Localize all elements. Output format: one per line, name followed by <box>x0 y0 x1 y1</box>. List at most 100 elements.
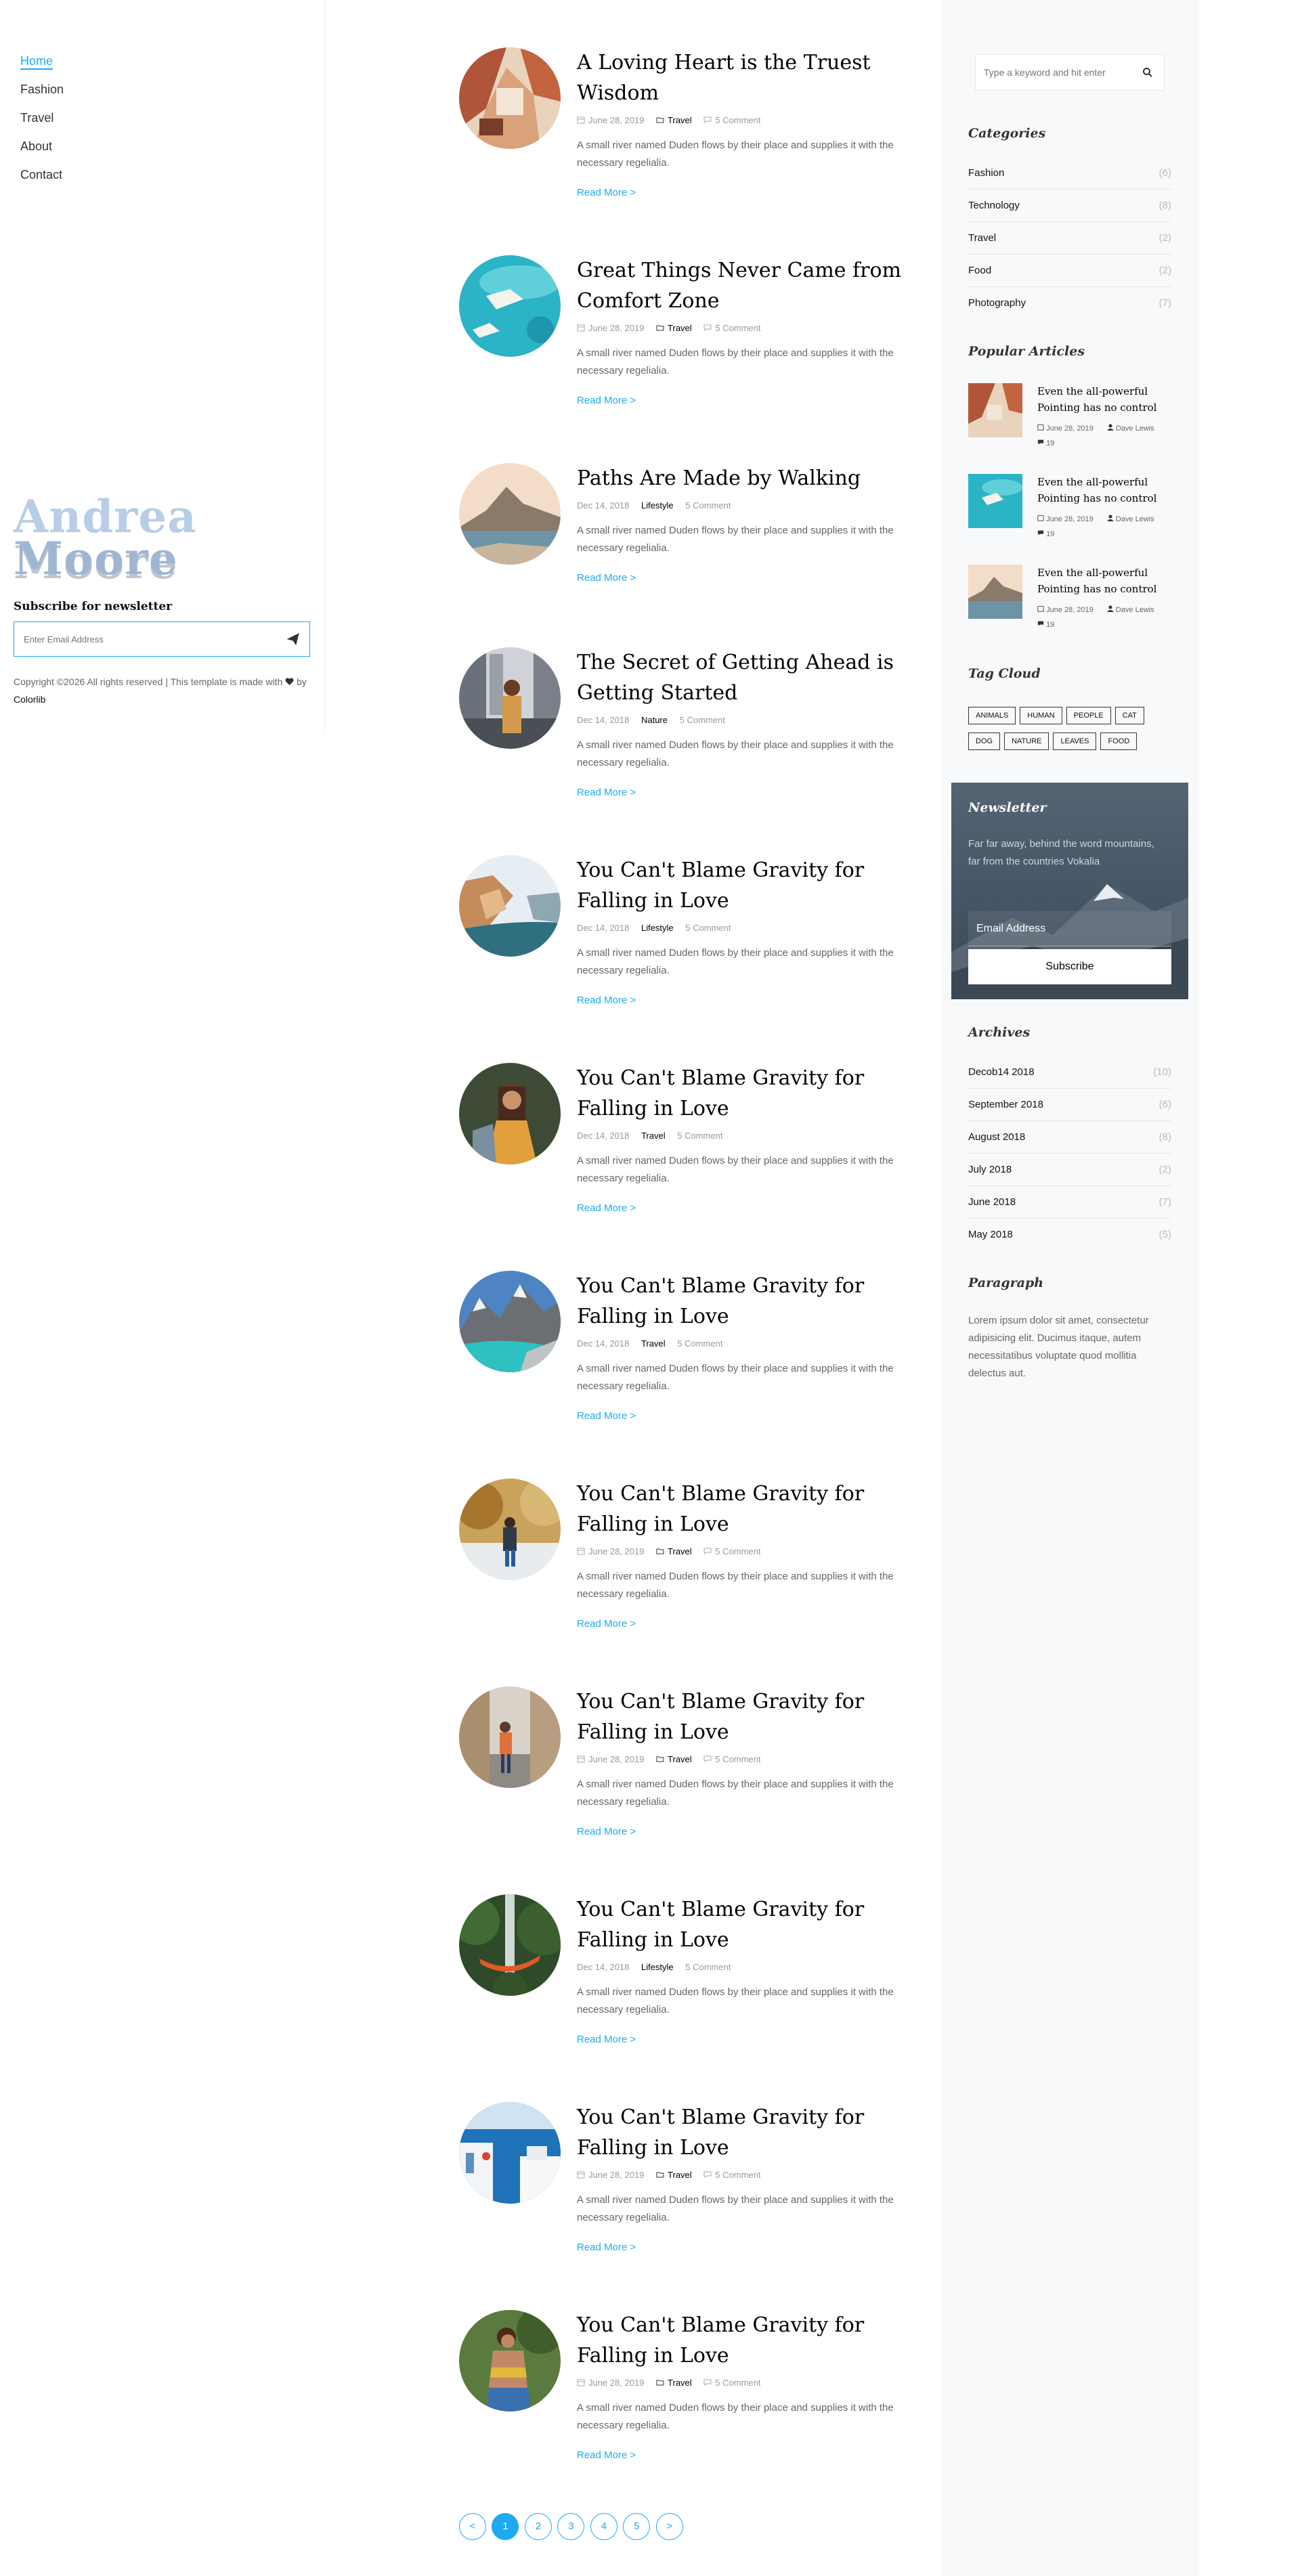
search-icon[interactable] <box>1142 67 1153 78</box>
post-category[interactable]: Travel <box>668 1754 692 1764</box>
read-more-link[interactable]: Read More > <box>577 995 636 1006</box>
brand-logo[interactable]: Andrea Moore <box>14 494 197 581</box>
post-title[interactable]: Paths Are Made by Walking <box>577 463 915 494</box>
archive-item[interactable]: June 2018 (7) <box>968 1186 1171 1219</box>
category-item[interactable]: Fashion (6) <box>968 157 1171 190</box>
post-thumbnail[interactable] <box>459 647 561 749</box>
tag[interactable]: LEAVES <box>1053 733 1097 750</box>
popular-article[interactable]: Even the all-powerful Pointing has no co… <box>968 565 1171 629</box>
post-title[interactable]: You Can't Blame Gravity for Falling in L… <box>577 855 915 916</box>
post-comments[interactable]: 5 Comment <box>685 1962 731 1972</box>
post-thumbnail[interactable] <box>459 2310 561 2411</box>
post-title[interactable]: Great Things Never Came from Comfort Zon… <box>577 255 915 316</box>
popular-article[interactable]: Even the all-powerful Pointing has no co… <box>968 474 1171 538</box>
archive-item[interactable]: August 2018 (8) <box>968 1121 1171 1154</box>
nav-item-contact[interactable]: Contact <box>20 165 64 194</box>
archive-item[interactable]: May 2018 (5) <box>968 1219 1171 1251</box>
read-more-link[interactable]: Read More > <box>577 1826 636 1837</box>
pagination-page-2[interactable]: 2 <box>524 2513 552 2540</box>
read-more-link[interactable]: Read More > <box>577 1202 636 1214</box>
colorlib-link[interactable]: Colorlib <box>14 694 45 705</box>
pagination-page-5[interactable]: 5 <box>623 2513 651 2540</box>
post-comments[interactable]: 5 Comment <box>677 1338 722 1349</box>
category-item[interactable]: Photography (7) <box>968 287 1171 320</box>
post-category[interactable]: Travel <box>641 1131 666 1141</box>
popular-article[interactable]: Even the all-powerful Pointing has no co… <box>968 383 1171 447</box>
post-comments[interactable]: 5 Comment <box>715 2378 760 2388</box>
category-item[interactable]: Technology (8) <box>968 190 1171 222</box>
post-title[interactable]: A Loving Heart is the Truest Wisdom <box>577 47 915 108</box>
post-comments[interactable]: 5 Comment <box>677 1131 722 1141</box>
read-more-link[interactable]: Read More > <box>577 2449 636 2461</box>
post-thumbnail[interactable] <box>459 1894 561 1996</box>
post-comments[interactable]: 5 Comment <box>685 500 731 510</box>
read-more-link[interactable]: Read More > <box>577 2242 636 2253</box>
post-comments[interactable]: 5 Comment <box>715 2170 760 2180</box>
tag[interactable]: ANIMALS <box>968 707 1016 724</box>
read-more-link[interactable]: Read More > <box>577 1618 636 1630</box>
archive-item[interactable]: Decob14 2018 (10) <box>968 1056 1171 1089</box>
post-title[interactable]: You Can't Blame Gravity for Falling in L… <box>577 1271 915 1332</box>
pagination-next[interactable]: > <box>655 2513 683 2540</box>
search-input[interactable] <box>976 55 1131 90</box>
post-category[interactable]: Travel <box>668 2378 692 2388</box>
archive-item[interactable]: September 2018 (6) <box>968 1089 1171 1121</box>
post-thumbnail[interactable] <box>459 1686 561 1788</box>
post-thumbnail[interactable] <box>459 1271 561 1372</box>
nav-item-fashion[interactable]: Fashion <box>20 80 64 108</box>
tag[interactable]: CAT <box>1114 707 1144 724</box>
paper-plane-icon[interactable] <box>286 632 300 646</box>
post-title[interactable]: You Can't Blame Gravity for Falling in L… <box>577 2102 915 2163</box>
read-more-link[interactable]: Read More > <box>577 1410 636 1422</box>
subscribe-button[interactable]: Subscribe <box>968 949 1171 984</box>
post-thumbnail[interactable] <box>459 255 561 357</box>
popular-article-title[interactable]: Even the all-powerful Pointing has no co… <box>1037 474 1171 506</box>
left-newsletter-email-input[interactable] <box>14 622 272 656</box>
category-item[interactable]: Food (2) <box>968 255 1171 287</box>
pagination-page-3[interactable]: 3 <box>557 2513 585 2540</box>
post-comments[interactable]: 5 Comment <box>715 1754 760 1764</box>
read-more-link[interactable]: Read More > <box>577 2034 636 2045</box>
post-thumbnail[interactable] <box>459 2102 561 2204</box>
post-thumbnail[interactable] <box>459 463 561 565</box>
post-title[interactable]: The Secret of Getting Ahead is Getting S… <box>577 647 915 708</box>
tag[interactable]: FOOD <box>1100 733 1138 750</box>
popular-article-title[interactable]: Even the all-powerful Pointing has no co… <box>1037 383 1171 416</box>
pagination-prev[interactable]: < <box>459 2513 486 2540</box>
tag[interactable]: PEOPLE <box>1066 707 1111 724</box>
popular-article-title[interactable]: Even the all-powerful Pointing has no co… <box>1037 565 1171 597</box>
post-thumbnail[interactable] <box>459 47 561 149</box>
post-category[interactable]: Travel <box>668 1546 692 1556</box>
archive-item[interactable]: July 2018 (2) <box>968 1154 1171 1186</box>
post-title[interactable]: You Can't Blame Gravity for Falling in L… <box>577 2310 915 2371</box>
post-title[interactable]: You Can't Blame Gravity for Falling in L… <box>577 1479 915 1540</box>
pagination-page-4[interactable]: 4 <box>590 2513 618 2540</box>
post-comments[interactable]: 5 Comment <box>680 715 725 725</box>
tag[interactable]: NATURE <box>1004 733 1049 750</box>
post-category[interactable]: Lifestyle <box>641 923 674 933</box>
read-more-link[interactable]: Read More > <box>577 787 636 798</box>
post-comments[interactable]: 5 Comment <box>715 323 760 333</box>
post-category[interactable]: Travel <box>668 323 692 333</box>
read-more-link[interactable]: Read More > <box>577 572 636 584</box>
nav-item-home[interactable]: Home <box>20 51 64 80</box>
nav-item-travel[interactable]: Travel <box>20 108 64 137</box>
post-thumbnail[interactable] <box>459 1063 561 1164</box>
tag[interactable]: HUMAN <box>1020 707 1062 724</box>
post-comments[interactable]: 5 Comment <box>715 1546 760 1556</box>
post-category[interactable]: Nature <box>641 715 668 725</box>
post-title[interactable]: You Can't Blame Gravity for Falling in L… <box>577 1063 915 1124</box>
popular-article-thumbnail[interactable] <box>968 565 1022 619</box>
post-comments[interactable]: 5 Comment <box>685 923 731 933</box>
post-thumbnail[interactable] <box>459 855 561 957</box>
post-thumbnail[interactable] <box>459 1479 561 1580</box>
popular-article-thumbnail[interactable] <box>968 383 1022 437</box>
post-category[interactable]: Lifestyle <box>641 1962 674 1972</box>
post-category[interactable]: Travel <box>668 115 692 125</box>
nav-item-about[interactable]: About <box>20 137 64 165</box>
read-more-link[interactable]: Read More > <box>577 187 636 198</box>
post-title[interactable]: You Can't Blame Gravity for Falling in L… <box>577 1686 915 1747</box>
post-title[interactable]: You Can't Blame Gravity for Falling in L… <box>577 1894 915 1955</box>
post-comments[interactable]: 5 Comment <box>715 115 760 125</box>
newsletter-email-input[interactable] <box>968 911 1171 946</box>
